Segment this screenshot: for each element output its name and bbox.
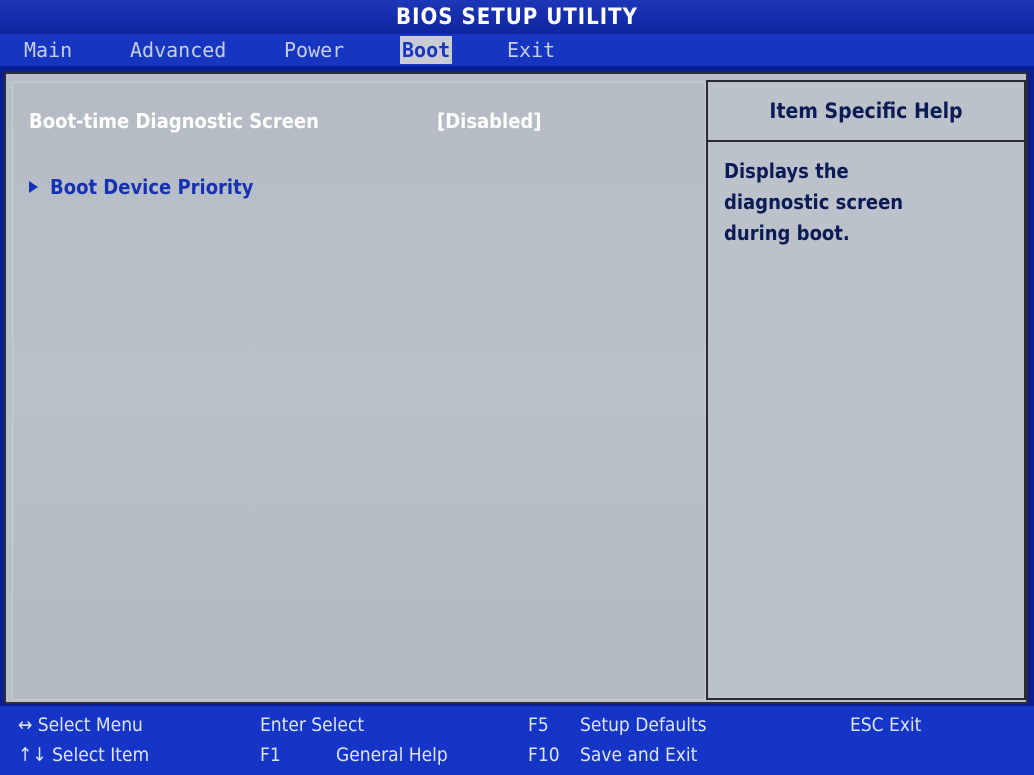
title-bar: BIOS SETUP UTILITY: [0, 0, 1034, 34]
f10-label: Save and Exit: [580, 744, 698, 766]
f5-label: Setup Defaults: [580, 714, 707, 736]
f10-key: F10: [528, 744, 560, 766]
submenu-arrow-icon: [29, 181, 38, 193]
tab-main[interactable]: Main: [22, 36, 74, 64]
help-header: Item Specific Help: [708, 82, 1024, 142]
select-menu-hint: ↔ Select Menu: [18, 714, 143, 736]
f1-label: General Help: [336, 744, 448, 766]
help-line: diagnostic screen: [724, 190, 904, 214]
app-title: BIOS SETUP UTILITY: [396, 5, 638, 30]
select-item-hint: ↑↓ Select Item: [18, 744, 150, 766]
enter-select-hint: Enter Select: [260, 714, 365, 736]
boot-device-priority-label: Boot Device Priority: [50, 175, 254, 199]
settings-pane: Boot-time Diagnostic Screen [Disabled] B…: [12, 82, 706, 700]
tab-power[interactable]: Power: [282, 36, 346, 64]
help-line: during boot.: [724, 221, 850, 245]
boot-diagnostic-value[interactable]: [Disabled]: [437, 109, 542, 133]
tab-boot[interactable]: Boot: [400, 36, 453, 64]
tab-exit[interactable]: Exit: [505, 36, 557, 64]
tab-advanced[interactable]: Advanced: [128, 36, 228, 64]
menu-bar: Main Advanced Power Boot Exit: [0, 34, 1034, 66]
help-pane: Item Specific Help Displays the diagnost…: [706, 80, 1026, 700]
main-frame: Boot-time Diagnostic Screen [Disabled] B…: [4, 72, 1028, 704]
key-legend: ↔ Select Menu ↑↓ Select Item Enter Selec…: [0, 706, 1034, 775]
help-line: Displays the: [724, 159, 849, 183]
boot-device-priority-item[interactable]: Boot Device Priority: [29, 175, 253, 199]
f5-key: F5: [528, 714, 549, 736]
esc-exit-hint: ESC Exit: [850, 714, 922, 736]
f1-key: F1: [260, 744, 281, 766]
boot-diagnostic-label[interactable]: Boot-time Diagnostic Screen: [29, 109, 319, 133]
help-body: Displays the diagnostic screen during bo…: [708, 142, 1024, 263]
